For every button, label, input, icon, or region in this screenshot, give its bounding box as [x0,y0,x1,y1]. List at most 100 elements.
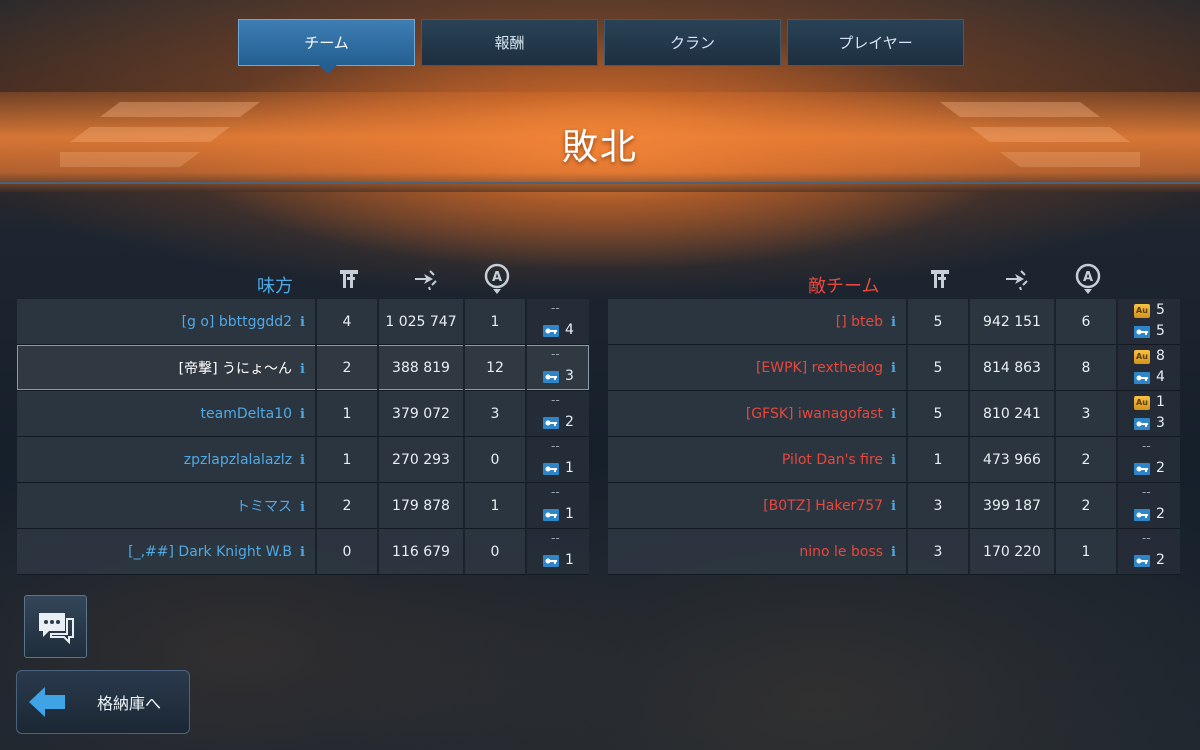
damage-value: 473 966 [970,437,1056,483]
info-icon[interactable]: i [300,315,305,330]
gold-reward-empty: -- [551,347,560,361]
player-row[interactable]: [] bteb i 5 942 151 6 Au 5 5 [608,299,1180,345]
player-name[interactable]: teamDelta10 [201,406,293,422]
key-icon [543,370,559,383]
player-row[interactable]: zpzlapzlalalazlz i 1 270 293 0 -- 1 [17,437,589,483]
key-icon [543,554,559,567]
chat-button[interactable] [24,595,87,658]
assists-value: 1 [1056,529,1118,575]
return-to-hangar-button[interactable]: 格納庫へ [16,670,190,734]
key-reward-value: 4 [1156,369,1165,386]
key-icon [1134,508,1150,521]
player-row[interactable]: teamDelta10 i 1 379 072 3 -- 2 [17,391,589,437]
player-name-cell[interactable]: トミマス i [17,483,317,529]
key-icon [543,324,559,337]
key-reward-value: 1 [565,459,574,476]
gold-reward-empty: -- [551,393,560,407]
key-icon [543,416,559,429]
player-row[interactable]: [_,##] Dark Knight W.B i 0 116 679 0 -- 1 [17,529,589,575]
player-row[interactable]: [B0TZ] Haker757 i 3 399 187 2 -- 2 [608,483,1180,529]
tab-clan[interactable]: クラン [604,19,781,66]
gold-au-icon: Au [1134,304,1150,318]
player-name[interactable]: [GFSK] iwanagofast [746,406,883,422]
player-name-cell[interactable]: teamDelta10 i [17,391,317,437]
kills-value: 5 [908,391,970,437]
info-icon[interactable]: i [891,499,896,514]
player-name-cell[interactable]: [_,##] Dark Knight W.B i [17,529,317,575]
reward-cell: Au 1 3 [1118,391,1180,437]
info-icon[interactable]: i [891,453,896,468]
player-row[interactable]: [g o] bbttggdd2 i 4 1 025 747 1 -- 4 [17,299,589,345]
info-icon[interactable]: i [891,545,896,560]
player-name-cell[interactable]: zpzlapzlalalazlz i [17,437,317,483]
damage-value: 942 151 [970,299,1056,345]
gold-reward-empty: -- [1142,485,1151,499]
gold-reward-empty: -- [551,485,560,499]
player-name[interactable]: [EWPK] rexthedog [756,360,883,376]
damage-icon [1001,262,1031,296]
info-icon[interactable]: i [300,362,305,377]
key-icon [543,462,559,475]
player-row[interactable]: [帝撃] うにょ〜ん i 2 388 819 12 -- 3 [17,345,589,391]
assists-value: 8 [1056,345,1118,391]
player-name-cell[interactable]: Pilot Dan's fire i [608,437,908,483]
gold-reward-empty: -- [1142,439,1151,453]
key-icon [1134,462,1150,475]
kills-value: 0 [317,529,379,575]
assists-value: 2 [1056,483,1118,529]
tab-rewards[interactable]: 報酬 [421,19,598,66]
info-icon[interactable]: i [891,315,896,330]
tab-player[interactable]: プレイヤー [787,19,964,66]
enemy-scoreboard: [] bteb i 5 942 151 6 Au 5 5 [EWPK] rexthedog i 5 8… [608,299,1180,575]
player-name-cell[interactable]: [] bteb i [608,299,908,345]
player-name-cell[interactable]: [GFSK] iwanagofast i [608,391,908,437]
player-name[interactable]: [帝撃] うにょ〜ん [179,361,292,377]
reward-cell: -- 3 [527,345,589,391]
info-icon[interactable]: i [300,545,305,560]
back-arrow-icon [17,671,77,733]
player-row[interactable]: Pilot Dan's fire i 1 473 966 2 -- 2 [608,437,1180,483]
key-icon [1134,372,1150,384]
damage-value: 116 679 [379,529,465,575]
key-reward-value: 2 [1156,459,1165,476]
kills-value: 1 [317,437,379,483]
player-row[interactable]: nino le boss i 3 170 220 1 -- 2 [608,529,1180,575]
gold-reward-value: 8 [1156,348,1165,365]
player-name[interactable]: [] bteb [836,314,883,330]
info-icon[interactable]: i [300,407,305,422]
player-row[interactable]: [GFSK] iwanagofast i 5 810 241 3 Au 1 3 [608,391,1180,437]
assists-icon: A [482,262,512,296]
reward-cell: -- 2 [527,391,589,437]
player-name[interactable]: nino le boss [799,544,883,560]
damage-icon [410,262,440,296]
reward-cell: -- 1 [527,483,589,529]
gold-reward-empty: -- [551,301,560,315]
player-row[interactable]: [EWPK] rexthedog i 5 814 863 8 Au 8 4 [608,345,1180,391]
reward-cell: Au 8 4 [1118,345,1180,391]
player-name[interactable]: Pilot Dan's fire [782,452,883,468]
hangar-button-label: 格納庫へ [97,694,162,713]
info-icon[interactable]: i [891,361,896,376]
key-icon [543,508,559,521]
player-name[interactable]: zpzlapzlalalazlz [184,452,292,468]
chat-icon [38,612,74,644]
info-icon[interactable]: i [300,453,305,468]
player-name-cell[interactable]: [帝撃] うにょ〜ん i [17,345,317,391]
player-name-cell[interactable]: [g o] bbttggdd2 i [17,299,317,345]
player-name-cell[interactable]: [B0TZ] Haker757 i [608,483,908,529]
player-name[interactable]: トミマス [236,499,292,515]
gold-reward-empty: -- [551,531,560,545]
player-name-cell[interactable]: nino le boss i [608,529,908,575]
player-name-cell[interactable]: [EWPK] rexthedog i [608,345,908,391]
assists-value: 1 [465,299,527,345]
info-icon[interactable]: i [891,407,896,422]
player-row[interactable]: トミマス i 2 179 878 1 -- 1 [17,483,589,529]
player-name[interactable]: [_,##] Dark Knight W.B [128,544,292,560]
player-name[interactable]: [g o] bbttggdd2 [182,314,292,330]
key-reward-value: 2 [1156,551,1165,568]
ally-scoreboard: [g o] bbttggdd2 i 4 1 025 747 1 -- 4 [帝撃] うにょ〜ん… [17,299,589,575]
player-name[interactable]: [B0TZ] Haker757 [763,498,883,514]
tab-team[interactable]: チーム [238,19,415,74]
info-icon[interactable]: i [300,500,305,515]
kills-value: 5 [908,345,970,391]
